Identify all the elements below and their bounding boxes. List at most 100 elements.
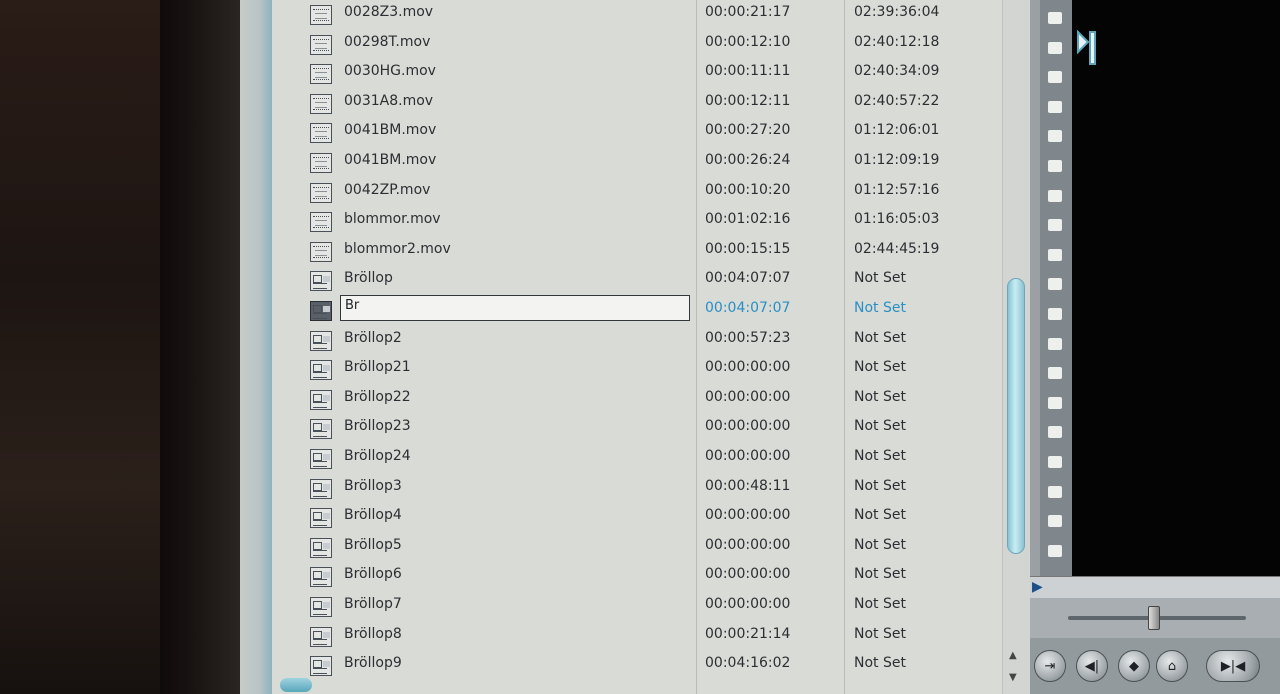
item-name: Bröllop22 [344, 388, 411, 405]
list-item[interactable]: 0028Z3.mov 00:00:21:17 02:39:36:04 [272, 4, 1002, 33]
sequence-icon[interactable] [310, 271, 332, 292]
sequence-icon[interactable] [310, 537, 332, 558]
item-duration: 00:00:27:20 [705, 122, 791, 139]
film-perforation [1048, 130, 1062, 143]
list-item[interactable]: Bröllop22 00:00:00:00 Not Set [272, 389, 1002, 418]
item-timecode: Not Set [854, 566, 906, 583]
item-timecode: 02:40:57:22 [854, 92, 940, 109]
list-item[interactable]: Bröllop3 00:00:48:11 Not Set [272, 478, 1002, 507]
list-item[interactable]: Br 00:04:07:07 Not Set [272, 295, 1002, 329]
shuttle-control[interactable] [1030, 598, 1280, 638]
horizontal-scroll-thumb[interactable] [280, 678, 312, 692]
transport-controls: ⇥ ◀| ◆ ⌂ ▶|◀ [1030, 638, 1280, 694]
sequence-icon[interactable] [310, 567, 332, 588]
name-edit-field[interactable]: Br [340, 295, 690, 321]
sequence-icon[interactable] [310, 301, 332, 321]
list-item[interactable]: Bröllop8 00:00:21:14 Not Set [272, 626, 1002, 655]
clip-icon[interactable] [310, 182, 332, 203]
sequence-icon[interactable] [310, 626, 332, 647]
column-divider-duration[interactable] [696, 0, 697, 694]
list-item[interactable]: 0042ZP.mov 00:00:10:20 01:12:57:16 [272, 182, 1002, 211]
item-timecode: 01:12:06:01 [854, 122, 940, 139]
item-duration: 00:00:57:23 [705, 329, 791, 346]
item-duration: 00:00:11:11 [705, 63, 791, 80]
item-timecode: Not Set [854, 448, 906, 464]
item-timecode: Not Set [854, 507, 906, 524]
list-item[interactable]: Bröllop21 00:00:00:00 Not Set [272, 359, 1002, 388]
clip-icon[interactable] [310, 241, 332, 262]
list-item[interactable]: Bröllop4 00:00:00:00 Not Set [272, 507, 1002, 536]
film-perforation [1048, 189, 1062, 202]
item-timecode: 01:16:05:03 [854, 211, 940, 228]
list-item[interactable]: 00298T.mov 00:00:12:10 02:40:12:18 [272, 34, 1002, 63]
film-perforation [1048, 456, 1062, 468]
item-duration: 00:04:16:02 [705, 655, 791, 672]
list-item[interactable]: 0041BM.mov 00:00:26:24 01:12:09:19 [272, 152, 1002, 181]
add-marker-button[interactable]: ◆ [1118, 650, 1150, 682]
item-name: Bröllop4 [344, 507, 402, 524]
match-frame-button[interactable]: ⌂ [1156, 650, 1188, 682]
item-timecode: Not Set [854, 359, 906, 376]
scroll-down-arrow-icon[interactable]: ▼ [1009, 672, 1017, 683]
list-item[interactable]: blommor2.mov 00:00:15:15 02:44:45:19 [272, 241, 1002, 270]
background-room [0, 0, 160, 694]
list-item[interactable]: Bröllop7 00:00:00:00 Not Set [272, 596, 1002, 625]
vertical-scrollbar[interactable]: ▲ ▼ [1002, 0, 1030, 694]
clip-icon[interactable] [310, 93, 332, 114]
item-name: Bröllop8 [344, 625, 402, 642]
column-divider-timecode[interactable] [844, 0, 845, 694]
clip-icon[interactable] [310, 123, 332, 144]
list-item[interactable]: 0031A8.mov 00:00:12:11 02:40:57:22 [272, 93, 1002, 122]
sequence-icon[interactable] [310, 449, 332, 469]
sequence-icon[interactable] [310, 389, 332, 410]
sequence-icon[interactable] [310, 478, 332, 499]
item-timecode: Not Set [854, 270, 906, 287]
item-name: Bröllop9 [344, 655, 402, 672]
scroll-up-arrow-icon[interactable]: ▲ [1009, 650, 1017, 661]
sequence-icon[interactable] [310, 508, 332, 529]
clip-icon[interactable] [310, 5, 332, 25]
mark-clip-button[interactable]: ⇥ [1034, 650, 1066, 682]
sequence-icon[interactable] [310, 360, 332, 381]
browser-left-edge [240, 0, 272, 694]
item-name: Bröllop2 [344, 329, 402, 346]
viewer-screen [1072, 0, 1280, 576]
clip-icon[interactable] [310, 212, 332, 233]
item-name: Bröllop24 [344, 448, 411, 464]
clip-icon[interactable] [310, 153, 332, 173]
shuttle-knob[interactable] [1148, 606, 1160, 630]
list-item[interactable]: Bröllop23 00:00:00:00 Not Set [272, 418, 1002, 447]
list-item[interactable]: Bröllop2 00:00:57:23 Not Set [272, 330, 1002, 359]
item-name: 00298T.mov [344, 33, 431, 50]
sequence-icon[interactable] [310, 330, 332, 351]
item-timecode: Not Set [854, 625, 906, 642]
sequence-icon[interactable] [310, 656, 332, 677]
sequence-icon[interactable] [310, 597, 332, 617]
film-perforation [1048, 396, 1062, 409]
item-name: blommor.mov [344, 211, 441, 228]
item-duration: 00:00:12:10 [705, 33, 791, 50]
list-item[interactable]: blommor.mov 00:01:02:16 01:16:05:03 [272, 211, 1002, 240]
item-duration: 00:00:48:11 [705, 477, 791, 494]
item-timecode: Not Set [854, 596, 906, 612]
list-item[interactable]: Bröllop5 00:00:00:00 Not Set [272, 537, 1002, 566]
list-item[interactable]: 0041BM.mov 00:00:27:20 01:12:06:01 [272, 122, 1002, 151]
list-item[interactable]: Bröllop24 00:00:00:00 Not Set [272, 448, 1002, 477]
list-item[interactable]: Bröllop6 00:00:00:00 Not Set [272, 566, 1002, 595]
list-item[interactable]: Bröllop9 00:04:16:02 Not Set [272, 655, 1002, 684]
scroll-thumb[interactable] [1007, 278, 1025, 554]
item-duration: 00:00:15:15 [705, 240, 791, 257]
sequence-icon[interactable] [310, 419, 332, 440]
film-perforation [1048, 426, 1062, 439]
playhead-icon[interactable]: ▶ [1032, 579, 1043, 595]
item-name: 0028Z3.mov [344, 4, 434, 20]
mark-in-button[interactable]: ◀| [1076, 650, 1108, 682]
item-duration: 00:00:21:14 [705, 625, 791, 642]
filmstrip-edge [1040, 0, 1072, 576]
viewer-timeline-bar[interactable]: ▶ [1030, 576, 1280, 600]
list-item[interactable]: 0030HG.mov 00:00:11:11 02:40:34:09 [272, 63, 1002, 92]
item-timecode: 02:40:34:09 [854, 63, 940, 80]
clip-icon[interactable] [310, 34, 332, 55]
mark-in-out-button[interactable]: ▶|◀ [1206, 650, 1260, 682]
clip-icon[interactable] [310, 64, 332, 85]
